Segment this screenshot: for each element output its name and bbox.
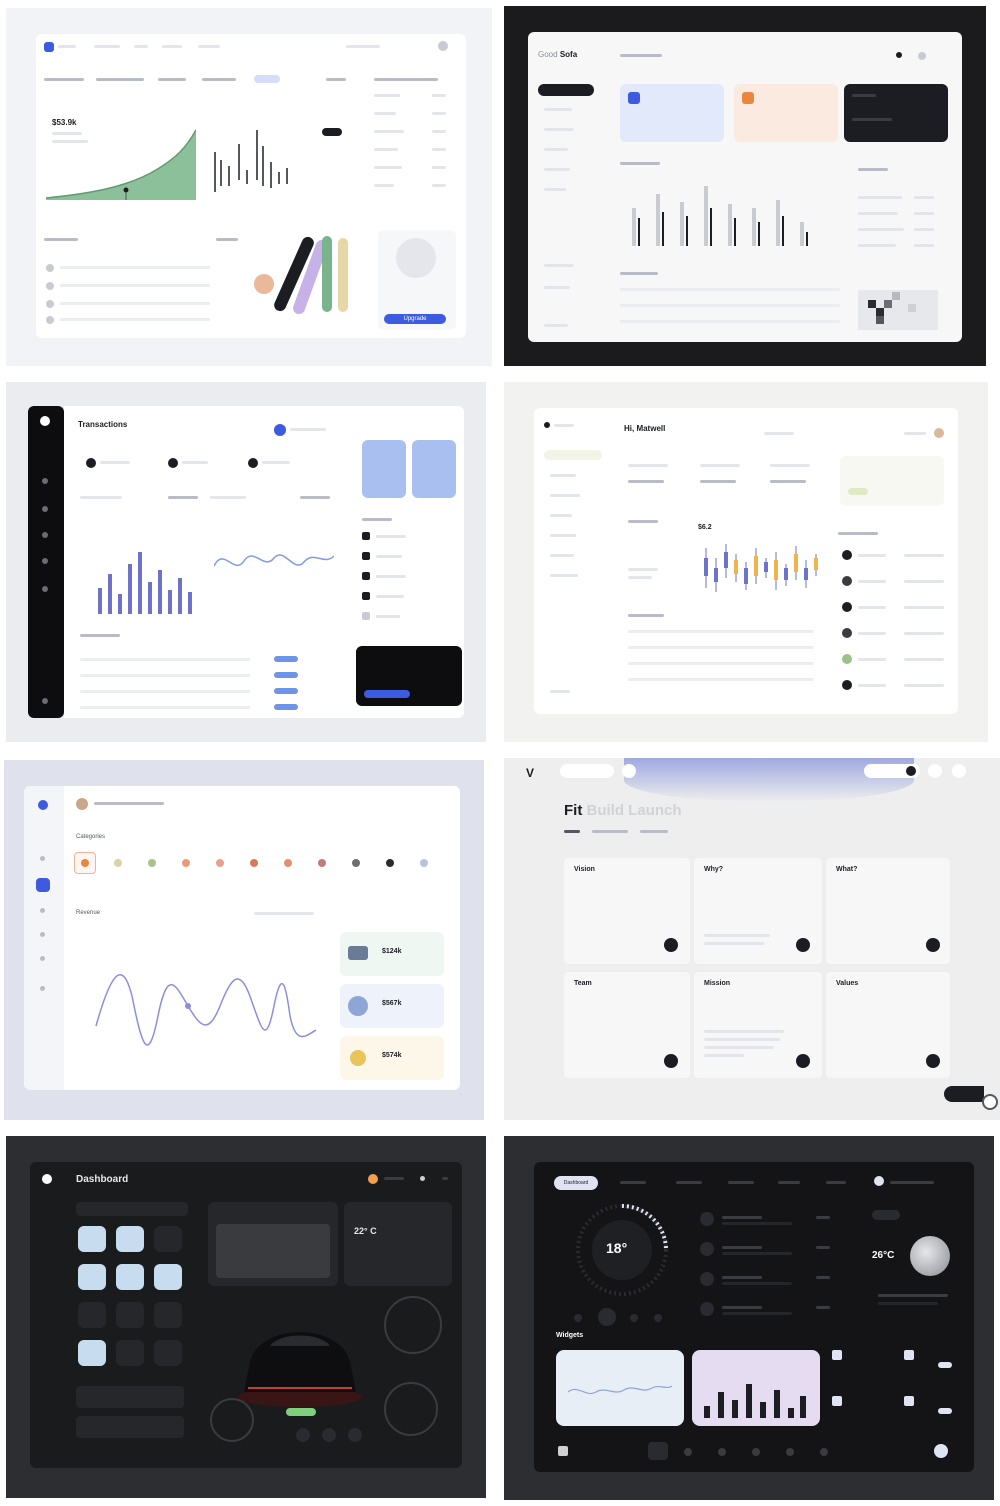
line-chart [214, 554, 334, 567]
panel-fit-build-launch[interactable]: V Fit Build Launch Vision Why? What? Tea… [504, 758, 1000, 1120]
control-button[interactable] [116, 1226, 144, 1252]
chat-button[interactable] [944, 1086, 984, 1102]
tab-dashboard[interactable]: Dashboard [554, 1176, 598, 1190]
summary-card [840, 456, 944, 506]
toggle-tile[interactable] [904, 1396, 914, 1406]
speed-gauge [384, 1296, 442, 1354]
card-light-blue[interactable] [412, 440, 456, 498]
toggle-tile[interactable] [832, 1396, 842, 1406]
control-button[interactable] [78, 1264, 106, 1290]
control-button[interactable] [78, 1226, 106, 1252]
greeting: Hi, Matwell [624, 424, 666, 433]
screen-frame: Dashboard 18° 26°C Widgets [534, 1162, 974, 1472]
zoom-icon[interactable] [982, 1094, 998, 1110]
panel-smart-home[interactable]: Dashboard 18° 26°C Widgets [504, 1136, 994, 1500]
screen-frame: Hi, Matwell $6.2 [534, 408, 958, 714]
control-button[interactable] [116, 1340, 144, 1366]
screen-frame: Transactions [64, 406, 464, 718]
pill-bars [254, 236, 348, 315]
panel-analytics-light[interactable]: $53.9k Upgrade [6, 8, 492, 366]
control-button[interactable] [116, 1302, 144, 1328]
control-button[interactable] [154, 1340, 182, 1366]
toggle-tile[interactable] [832, 1350, 842, 1360]
control-button[interactable] [116, 1264, 144, 1290]
screen-frame: Good Sofa [528, 32, 962, 342]
control-button[interactable] [78, 1340, 106, 1366]
panel-transactions[interactable]: Transactions [6, 382, 486, 742]
logo [44, 42, 54, 52]
panel-sofa-dashboard[interactable]: Good Sofa [504, 6, 986, 366]
moon-icon [910, 1236, 950, 1276]
pixel-mosaic [858, 290, 938, 330]
weather-temperature: 26°C [872, 1250, 895, 1261]
candle-value: $6.2 [698, 524, 712, 531]
widget-bars [704, 1384, 806, 1418]
card-light-blue[interactable] [362, 440, 406, 498]
panel-categories[interactable]: Categories Revenue $124k $567k $574k [4, 760, 484, 1120]
screen-frame: Dashboard 22° C [30, 1162, 462, 1468]
page-title: Dashboard [76, 1174, 129, 1185]
revenue-line-chart [95, 973, 317, 1046]
page-title: Transactions [78, 420, 128, 429]
sidebar [24, 786, 64, 1090]
chart-label: Revenue [76, 910, 101, 916]
climate-card[interactable] [344, 1202, 452, 1286]
logo-text: Good Sofa [538, 50, 578, 59]
card-dark[interactable] [844, 84, 948, 142]
control-button[interactable] [154, 1226, 182, 1252]
panel-finance[interactable]: Hi, Matwell $6.2 [504, 382, 988, 742]
control-button[interactable] [78, 1302, 106, 1328]
sidebar-item-active[interactable] [538, 84, 594, 96]
screen-frame: $53.9k Upgrade [36, 34, 466, 338]
heading: Fit Build Launch [564, 802, 682, 819]
temperature: 22° C [354, 1226, 377, 1236]
control-button[interactable] [154, 1264, 182, 1290]
bar-chart [632, 186, 808, 246]
avatar[interactable] [438, 41, 448, 51]
bar-chart [98, 552, 192, 614]
car-image [238, 1332, 362, 1407]
control-button[interactable] [154, 1302, 182, 1328]
logo-v: V [526, 766, 535, 780]
widget-line [568, 1385, 672, 1395]
panel-car-dashboard[interactable]: Dashboard 22° C [6, 1136, 486, 1498]
bar-chart [214, 130, 288, 192]
dial-temperature: 18° [606, 1240, 628, 1256]
screen-frame: Categories Revenue $124k $567k $574k [64, 786, 460, 1090]
candlestick-chart [704, 544, 818, 592]
upgrade-button[interactable]: Upgrade [384, 314, 446, 324]
widgets-label: Widgets [556, 1332, 584, 1339]
categories-label: Categories [76, 834, 106, 840]
area-chart [46, 129, 196, 200]
toggle-tile[interactable] [904, 1350, 914, 1360]
